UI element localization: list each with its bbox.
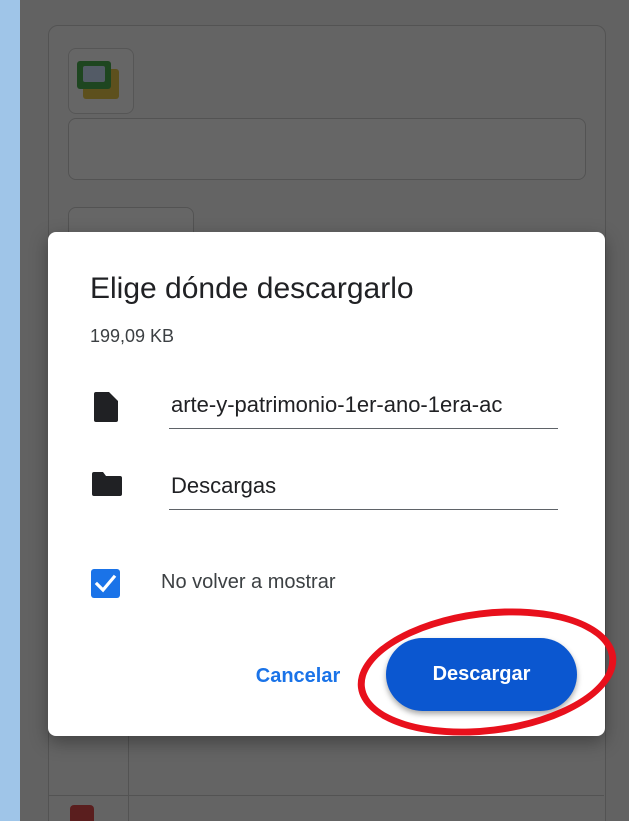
dont-show-again-label[interactable]: No volver a mostrar — [161, 571, 336, 594]
file-icon — [94, 392, 118, 422]
checkmark-icon — [94, 574, 117, 593]
dont-show-again-checkbox[interactable] — [91, 569, 120, 598]
download-dialog: Elige dónde descargarlo 199,09 KB arte-y… — [48, 232, 605, 736]
file-name-input[interactable]: arte-y-patrimonio-1er-ano-1era-ac — [169, 384, 558, 429]
download-button[interactable]: Descargar — [386, 638, 577, 711]
folder-input[interactable]: Descargas — [169, 465, 558, 510]
dialog-title: Elige dónde descargarlo — [90, 272, 414, 305]
cancel-button[interactable]: Cancelar — [238, 656, 358, 696]
file-name-value: arte-y-patrimonio-1er-ano-1era-ac — [171, 392, 503, 417]
folder-icon — [92, 472, 122, 496]
folder-value: Descargas — [171, 473, 277, 498]
file-size: 199,09 KB — [90, 326, 175, 346]
